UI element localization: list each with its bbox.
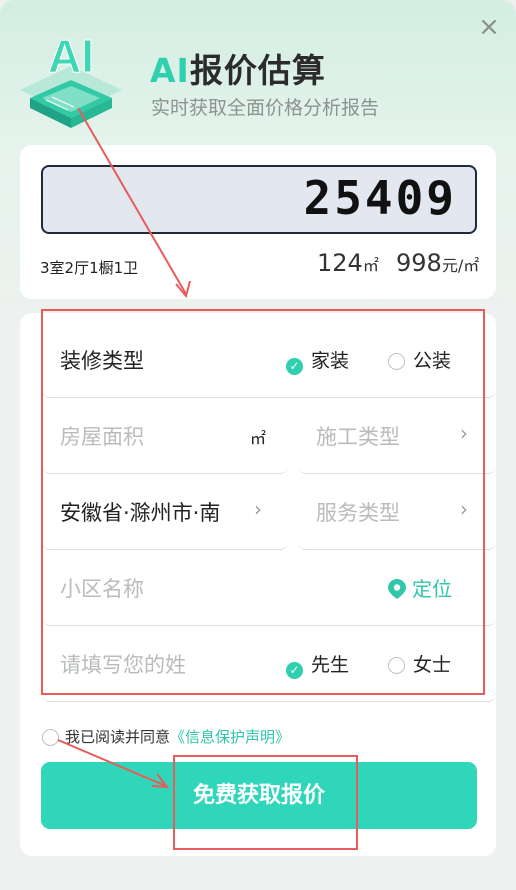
radio-home-label: 家装 <box>311 350 350 372</box>
unit-price-unit: 元/㎡ <box>441 256 480 275</box>
chevron-right-icon: › <box>460 421 468 445</box>
radio-ms[interactable]: 女士 <box>388 650 451 677</box>
radio-home[interactable]: ✓ 家装 <box>286 346 349 375</box>
location-pin-icon <box>388 579 406 599</box>
agreement: 我已阅读并同意《信息保护声明》 <box>42 726 290 747</box>
location-field[interactable]: 安徽省·滁州市·南 › <box>42 475 288 550</box>
area-type-row: 房屋面积 ㎡ 施工类型 › <box>42 399 496 475</box>
room-layout: 3室2厅1橱1卫 <box>40 259 139 277</box>
house-area-field[interactable]: 房屋面积 ㎡ <box>42 399 288 474</box>
chevron-right-icon: › <box>460 497 468 521</box>
agreement-checkbox[interactable] <box>42 729 59 746</box>
estimate-card: 25409 3室2厅1橱1卫 124㎡ 998元/㎡ <box>20 145 496 299</box>
area-unit: ㎡ <box>362 256 379 275</box>
locate-label: 定位 <box>412 577 452 601</box>
locate-button[interactable]: 定位 <box>388 573 452 602</box>
construction-type-field[interactable]: 施工类型 › <box>298 399 496 474</box>
community-field[interactable]: 小区名称 定位 <box>42 551 496 626</box>
community-placeholder: 小区名称 <box>60 577 144 601</box>
title-ai: AI <box>150 51 190 90</box>
radio-commercial-label: 公装 <box>413 350 452 372</box>
radio-mr-label: 先生 <box>311 654 350 676</box>
surname-placeholder: 请填写您的姓 <box>60 653 186 677</box>
title-rest: 报价估算 <box>189 51 326 90</box>
surname-field[interactable]: 请填写您的姓 ✓ 先生 女士 <box>42 627 496 702</box>
page-title: AI报价估算 <box>150 44 326 92</box>
community-row: 小区名称 定位 <box>42 551 496 627</box>
unit-price-readout: 998元/㎡ <box>396 249 479 277</box>
price-value: 25409 <box>303 171 457 225</box>
agreement-text: 我已阅读并同意 <box>65 728 171 746</box>
radio-ms-label: 女士 <box>413 654 452 676</box>
construction-type-placeholder: 施工类型 <box>316 425 400 449</box>
house-area-placeholder: 房屋面积 <box>60 425 144 449</box>
unit-price-value: 998 <box>396 249 442 277</box>
radio-mr[interactable]: ✓ 先生 <box>286 650 349 679</box>
radio-empty-icon <box>388 657 405 674</box>
chevron-right-icon: › <box>254 497 262 521</box>
decoration-type-label: 装修类型 <box>60 349 144 373</box>
service-type-field[interactable]: 服务类型 › <box>298 475 496 550</box>
radio-empty-icon <box>388 353 405 370</box>
price-display: 25409 <box>41 165 477 234</box>
check-icon: ✓ <box>286 358 303 375</box>
location-service-row: 安徽省·滁州市·南 › 服务类型 › <box>42 475 496 551</box>
service-type-placeholder: 服务类型 <box>316 501 400 525</box>
ai-logo-icon: AI <box>20 30 122 128</box>
get-quote-button[interactable]: 免费获取报价 <box>41 762 477 829</box>
close-icon[interactable]: × <box>476 14 502 40</box>
privacy-link[interactable]: 《信息保护声明》 <box>170 728 290 746</box>
radio-commercial[interactable]: 公装 <box>388 346 451 373</box>
area-value: 124 <box>317 249 363 277</box>
area-readout: 124㎡ <box>317 249 379 277</box>
decoration-type-field: 装修类型 ✓ 家装 公装 <box>42 323 496 398</box>
logo-text: AI <box>48 30 94 82</box>
house-area-unit: ㎡ <box>250 429 267 448</box>
page-subtitle: 实时获取全面价格分析报告 <box>151 97 380 119</box>
surname-row: 请填写您的姓 ✓ 先生 女士 <box>42 627 496 703</box>
check-icon: ✓ <box>286 662 303 679</box>
location-value: 安徽省·滁州市·南 <box>60 501 221 525</box>
decoration-type-row: 装修类型 ✓ 家装 公装 <box>42 323 496 399</box>
quote-dialog: × AI AI报价估算 实时获取全面价格分析报告 25409 3室2厅1橱1卫 … <box>0 0 516 890</box>
